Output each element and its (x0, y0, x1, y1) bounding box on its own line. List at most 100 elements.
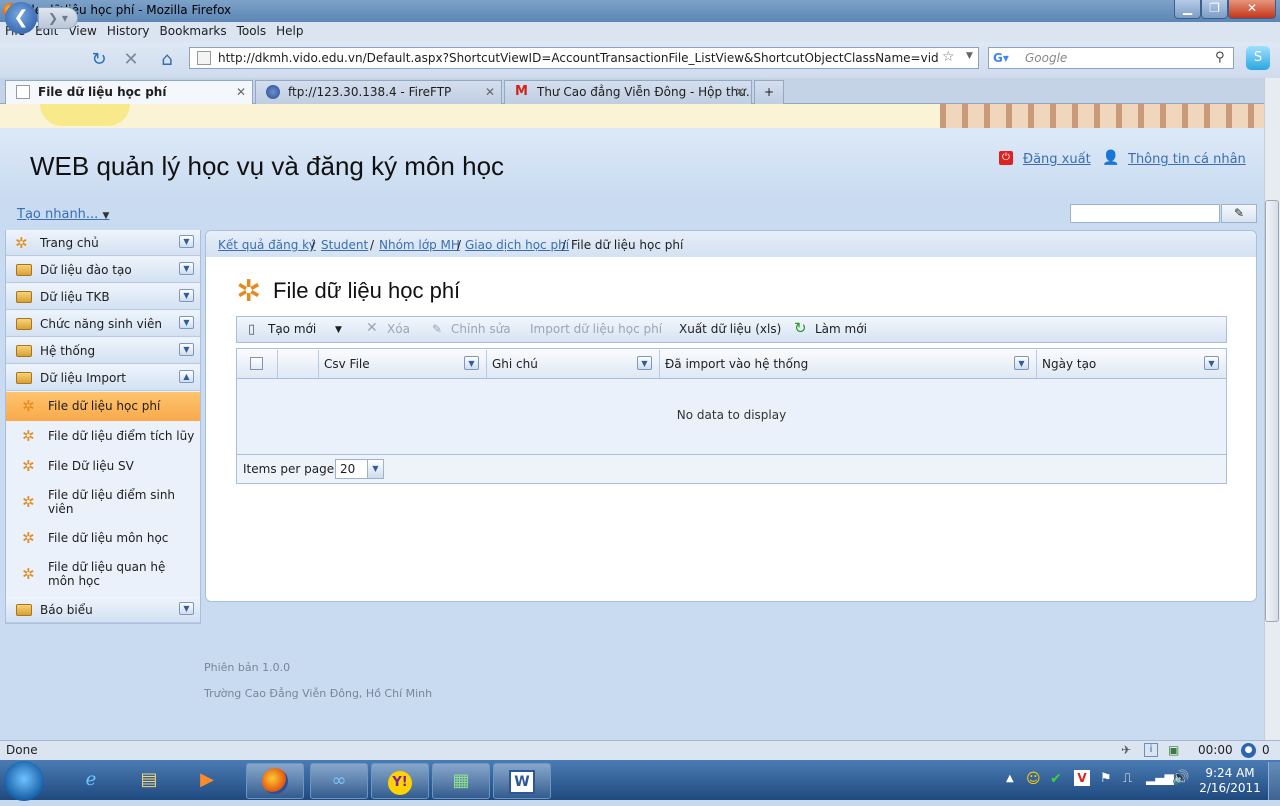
tray-network-icon[interactable]: ▂▄▆ (1146, 771, 1174, 785)
chevron-down-icon[interactable]: ▼ (179, 316, 194, 329)
url-dropdown-icon[interactable]: ▼ (966, 51, 973, 61)
profile-link[interactable]: Thông tin cá nhân (1128, 152, 1246, 167)
import-button[interactable]: Import dữ liệu học phí (530, 322, 662, 336)
breadcrumb-link[interactable]: Giao dịch học phí (465, 238, 569, 252)
quick-search-button[interactable]: ✎ (1221, 204, 1257, 223)
chevron-down-icon[interactable]: ▼ (179, 262, 194, 275)
breadcrumb-link[interactable]: Kết quả đăng ký (218, 238, 316, 252)
sidebar-group-label: Dữ liệu Import (40, 371, 126, 385)
back-button[interactable]: ❮ (5, 2, 37, 34)
sidebar-group-student[interactable]: Chức năng sinh viên ▼ (6, 311, 200, 337)
column-menu-icon[interactable]: ▼ (637, 356, 652, 370)
show-hidden-icons[interactable]: ▲ (1006, 773, 1014, 784)
tray-yahoo-icon[interactable]: ☺ (1026, 771, 1041, 787)
addon-icon[interactable]: ✈ (1121, 743, 1131, 757)
tray-check-icon[interactable]: ✔ (1050, 771, 1062, 787)
menu-history[interactable]: History (102, 22, 155, 40)
taskbar-word[interactable]: W (493, 763, 551, 799)
quick-create-menu[interactable]: Tạo nhanh... ▼ (17, 207, 109, 222)
column-header-ghi-chu[interactable]: Ghi chú (492, 357, 538, 371)
start-button[interactable] (4, 761, 44, 801)
taskbar-terminal[interactable]: ▦ (432, 763, 490, 799)
sidebar-group-import[interactable]: Dữ liệu Import ▲ (6, 365, 200, 391)
close-window-button[interactable]: ✕ (1228, 0, 1276, 19)
quick-search-input[interactable] (1070, 204, 1220, 223)
close-tab-icon[interactable]: ✕ (735, 85, 745, 99)
breadcrumb-link[interactable]: Student (321, 238, 368, 252)
taskbar-yahoo-messenger[interactable]: Y! (371, 763, 429, 799)
items-per-page-select[interactable]: 20 ▼ (335, 459, 384, 479)
select-all-checkbox[interactable] (250, 357, 263, 370)
sidebar-group-tkb[interactable]: Dữ liệu TKB ▼ (6, 284, 200, 310)
tray-volume-icon[interactable]: 🔊 (1172, 770, 1189, 786)
ie-icon[interactable]: ℯ (62, 763, 120, 799)
sidebar-item-mon-hoc[interactable]: ✲ File dữ liệu môn học (6, 524, 200, 553)
home-icon[interactable]: ⌂ (155, 45, 179, 75)
tab-fireftp[interactable]: ftp://123.30.138.4 - FireFTP ✕ (255, 80, 502, 104)
gear-icon: ✲ (22, 397, 35, 415)
chevron-up-icon[interactable]: ▲ (179, 370, 194, 383)
tray-flag-icon[interactable]: ⚑ (1100, 771, 1112, 786)
tray-device-icon[interactable]: ⎍ (1123, 771, 1132, 786)
close-tab-icon[interactable]: ✕ (485, 85, 495, 99)
media-player-icon[interactable]: ▶ (178, 763, 236, 799)
menu-bookmarks[interactable]: Bookmarks (155, 22, 232, 40)
sidebar-item-diem-tich-luy[interactable]: ✲ File dữ liệu điểm tích lũy (6, 422, 200, 451)
sidebar-group-reports[interactable]: Báo biểu ▼ (6, 597, 200, 623)
new-tab-button[interactable]: + (754, 80, 784, 104)
menu-tools[interactable]: Tools (232, 22, 272, 40)
column-header-csv-file[interactable]: Csv File (324, 357, 370, 371)
bookmark-star-icon[interactable]: ☆ (942, 49, 955, 65)
chevron-down-icon[interactable]: ▼ (179, 602, 194, 615)
chevron-down-icon[interactable]: ▼ (179, 343, 194, 356)
search-box[interactable]: G▾ Google ⚲ (988, 47, 1234, 69)
chevron-down-icon[interactable]: ▼ (179, 289, 194, 302)
export-button[interactable]: Xuất dữ liệu (xls) (679, 322, 781, 336)
chevron-down-icon[interactable]: ▼ (179, 235, 194, 248)
skype-icon[interactable]: S (1246, 46, 1270, 70)
new-dropdown-icon[interactable]: ▼ (335, 325, 342, 335)
column-menu-icon[interactable]: ▼ (1014, 356, 1029, 370)
info-icon[interactable]: i (1144, 743, 1158, 757)
edit-button[interactable]: Chỉnh sửa (451, 322, 511, 336)
column-header-ngay-tao[interactable]: Ngày tạo (1042, 357, 1096, 371)
delete-button[interactable]: Xóa (387, 322, 410, 336)
system-clock[interactable]: 9:24 AM 2/16/2011 (1194, 766, 1266, 796)
monitor-icon[interactable]: ▣ (1168, 743, 1179, 757)
maximize-button[interactable]: ❐ (1201, 0, 1228, 19)
close-tab-icon[interactable]: ✕ (236, 85, 246, 99)
minimize-button[interactable]: ▁ (1174, 0, 1201, 19)
sidebar-group-home[interactable]: ✲ Trang chủ ▼ (6, 230, 200, 256)
chevron-down-icon[interactable]: ▼ (367, 460, 383, 478)
sync-icon[interactable]: ● (1241, 743, 1256, 758)
column-menu-icon[interactable]: ▼ (1204, 356, 1219, 370)
search-icon[interactable]: ⚲ (1215, 50, 1225, 65)
sidebar-group-training[interactable]: Dữ liệu đào tạo ▼ (6, 257, 200, 283)
sidebar-item-label: File dữ liệu điểm sinh viên (48, 488, 176, 516)
sidebar-item-hoc-phi[interactable]: ✲ File dữ liệu học phí (6, 392, 200, 421)
tab-hoc-phi[interactable]: File dữ liệu học phí ✕ (5, 80, 253, 105)
logout-link[interactable]: Đăng xuất (1023, 152, 1091, 167)
sidebar-item-quan-he-mon-hoc[interactable]: ✲ File dữ liệu quan hệ môn học (6, 554, 200, 596)
taskbar-firefox[interactable] (246, 763, 304, 799)
new-button[interactable]: Tạo mới (268, 322, 316, 336)
column-header-da-import[interactable]: Đã import vào hệ thống (665, 357, 808, 371)
explorer-icon[interactable]: ▤ (120, 763, 178, 799)
column-menu-icon[interactable]: ▼ (464, 356, 479, 370)
scrollbar-thumb[interactable] (1265, 200, 1279, 622)
taskbar-app-infinity[interactable]: ∞ (310, 763, 368, 799)
show-desktop-button[interactable] (1268, 762, 1280, 800)
tab-mail[interactable]: M Thư Cao đẳng Viễn Đông - Hộp thư... ✕ (504, 80, 752, 104)
stop-icon[interactable]: ✕ (120, 45, 142, 75)
items-per-page-value: 20 (340, 462, 356, 476)
forward-button[interactable]: ❯ ▾ (38, 7, 78, 29)
reload-icon[interactable]: ↻ (88, 45, 110, 75)
sidebar-group-system[interactable]: Hệ thống ▼ (6, 338, 200, 364)
tray-antivirus-icon[interactable]: V (1074, 770, 1090, 786)
url-bar[interactable]: http://dkmh.vido.edu.vn/Default.aspx?Sho… (189, 47, 979, 69)
refresh-button[interactable]: Làm mới (815, 322, 867, 336)
sidebar-item-diem-sinh-vien[interactable]: ✲ File dữ liệu điểm sinh viên (6, 482, 200, 522)
sidebar-item-sv[interactable]: ✲ File Dữ liệu SV (6, 452, 200, 481)
menu-help[interactable]: Help (271, 22, 308, 40)
breadcrumb-link[interactable]: Nhóm lớp MH (379, 238, 460, 252)
